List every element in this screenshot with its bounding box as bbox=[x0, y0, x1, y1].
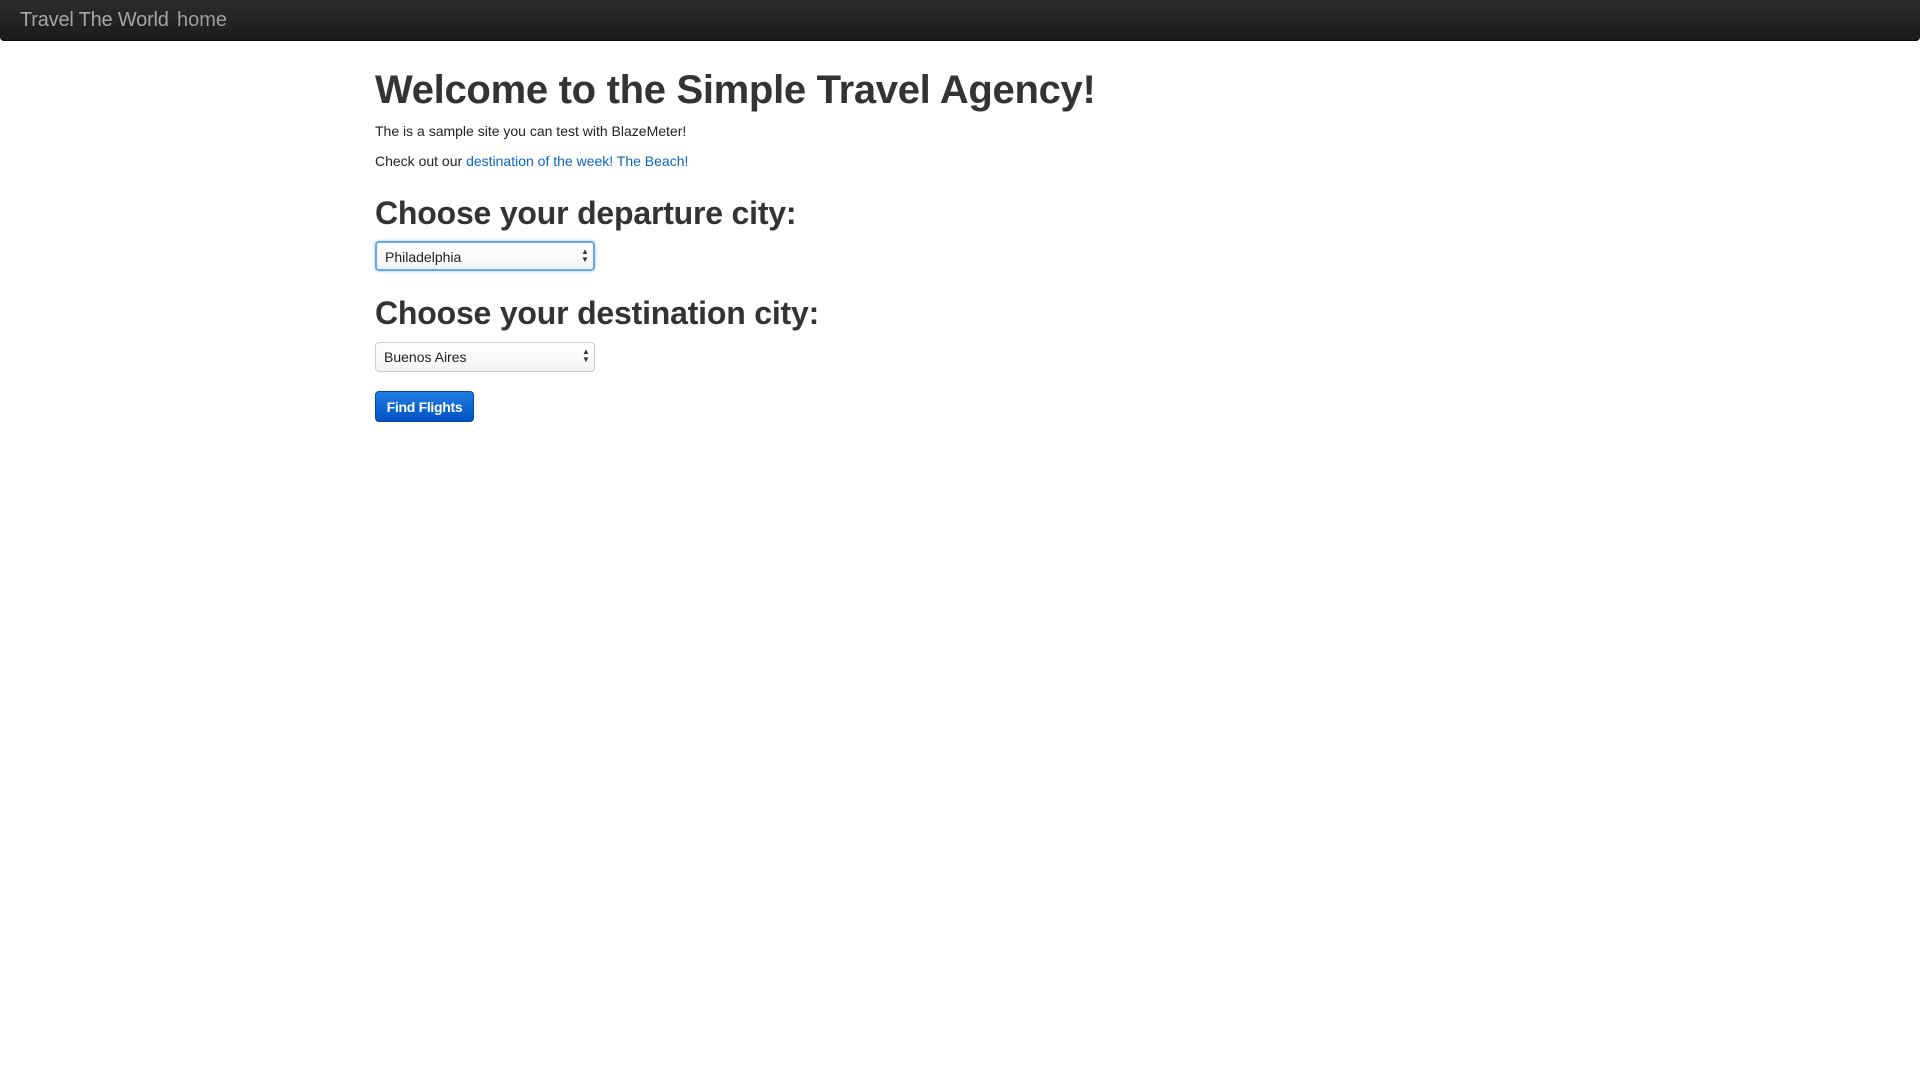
destination-of-week-link[interactable]: destination of the week! The Beach! bbox=[466, 153, 688, 169]
updown-arrows-icon: ▲ ▼ bbox=[582, 347, 590, 364]
promo-text: Check out our destination of the week! T… bbox=[375, 153, 688, 169]
promo-prefix: Check out our bbox=[375, 153, 467, 169]
find-flights-button[interactable]: Find Flights bbox=[375, 391, 474, 422]
top-navbar: Travel The World home bbox=[0, 0, 1920, 41]
updown-arrows-icon: ▲ ▼ bbox=[581, 247, 589, 264]
brand-link[interactable]: Travel The World bbox=[20, 9, 169, 32]
departure-city-select[interactable]: Philadelphia ▲ ▼ bbox=[375, 241, 595, 271]
destination-city-select[interactable]: Buenos Aires ▲ ▼ bbox=[375, 342, 595, 372]
departure-city-value: Philadelphia bbox=[385, 249, 462, 265]
destination-city-value: Buenos Aires bbox=[384, 349, 467, 365]
intro-text: The is a sample site you can test with B… bbox=[375, 123, 687, 139]
departure-heading: Choose your departure city: bbox=[375, 195, 797, 231]
destination-heading: Choose your destination city: bbox=[375, 295, 820, 331]
page-title: Welcome to the Simple Travel Agency! bbox=[375, 68, 1096, 112]
nav-link-home[interactable]: home bbox=[177, 9, 227, 32]
